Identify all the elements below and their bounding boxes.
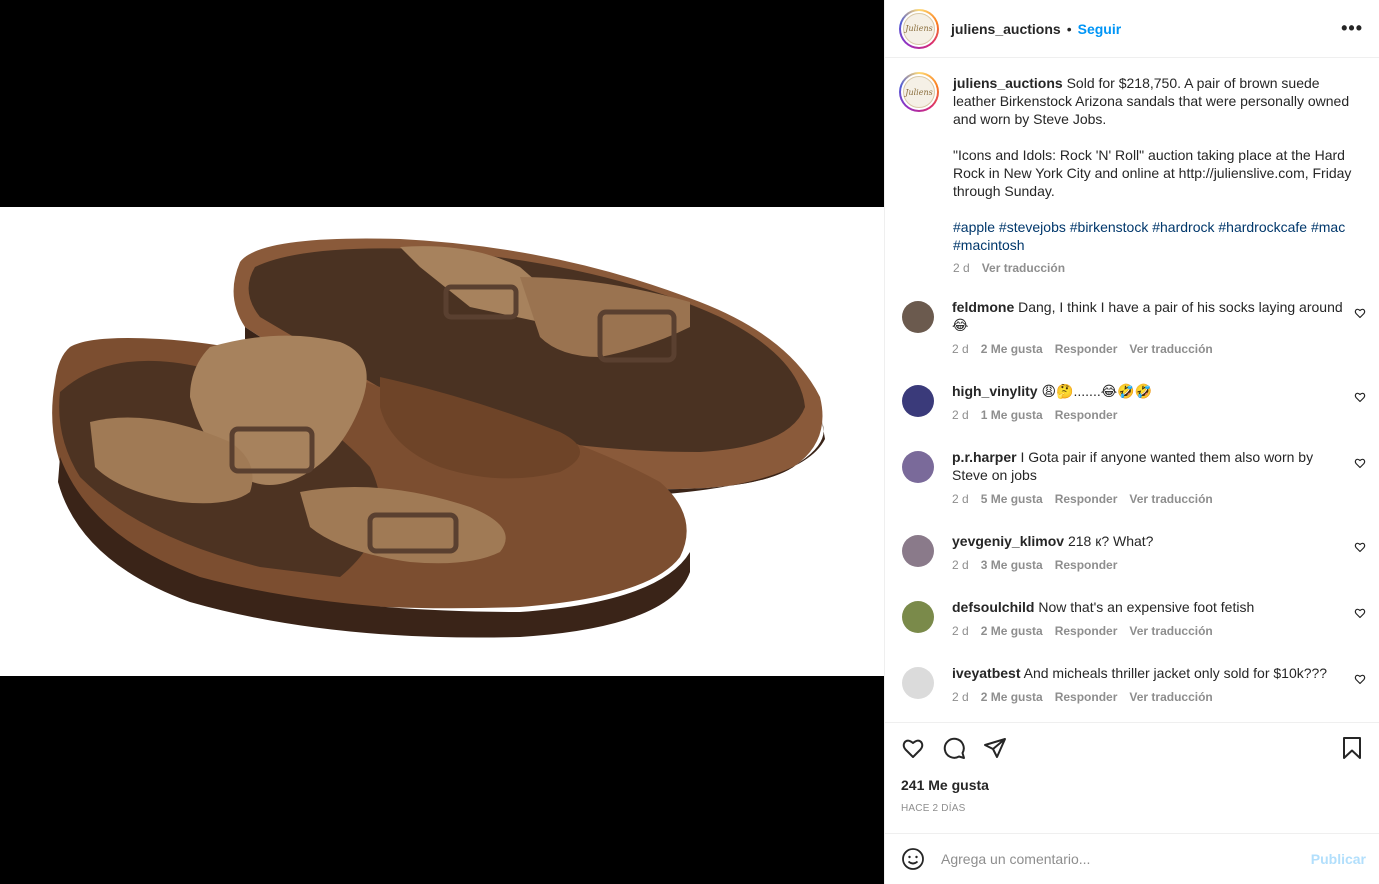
comment-meta: 2 d 2 Me gusta Responder Ver traducción — [952, 689, 1344, 705]
reply-button[interactable]: Responder — [1055, 623, 1118, 639]
comment-text: 😩🤔.......😂🤣🤣 — [1041, 383, 1152, 399]
sandals-photo — [0, 207, 884, 676]
comment-text: And micheals thriller jacket only sold f… — [1023, 665, 1328, 681]
caption-time: 2 d — [953, 261, 970, 275]
comment-item: p.r.harper I Gota pair if anyone wanted … — [885, 448, 1379, 507]
reply-button[interactable]: Responder — [1055, 407, 1118, 423]
separator-dot: • — [1066, 20, 1072, 37]
like-heart-icon[interactable] — [901, 736, 925, 760]
save-bookmark-icon[interactable] — [1341, 736, 1363, 760]
commenter-avatar[interactable] — [902, 385, 934, 417]
comments-area[interactable]: Juliens juliens_auctions Sold for $218,7… — [885, 58, 1379, 723]
caption-hashtags[interactable]: #apple #stevejobs #birkenstock #hardrock… — [953, 218, 1363, 254]
caption-paragraph: "Icons and Idols: Rock 'N' Roll" auction… — [953, 147, 1352, 199]
comment-time: 2 d — [952, 558, 969, 572]
comment-like-heart-icon[interactable] — [1354, 307, 1366, 319]
comment-body: feldmone Dang, I think I have a pair of … — [952, 298, 1344, 357]
comment-translate-link[interactable]: Ver traducción — [1129, 341, 1212, 357]
comment-input[interactable]: Agrega un comentario... — [941, 851, 1311, 867]
caption-meta: 2 d Ver traducción — [953, 260, 1363, 276]
juliens-logo: Juliens — [903, 76, 935, 108]
comment-like-heart-icon[interactable] — [1354, 673, 1366, 685]
comment-translate-link[interactable]: Ver traducción — [1129, 623, 1212, 639]
comment-text: Now that's an expensive foot fetish — [1038, 599, 1255, 615]
comment-time: 2 d — [952, 690, 969, 704]
comment-item: yevgeniy_klimov 218 к? What? 2 d 3 Me gust… — [885, 532, 1379, 573]
comment-item: high_vinylity 😩🤔.......😂🤣🤣 2 d 1 Me gusta R… — [885, 382, 1379, 423]
reply-button[interactable]: Responder — [1055, 491, 1118, 507]
publish-button[interactable]: Publicar — [1311, 851, 1366, 867]
comment-body: p.r.harper I Gota pair if anyone wanted … — [952, 448, 1344, 507]
author-avatar[interactable]: Juliens — [899, 8, 939, 49]
caption-username[interactable]: juliens_auctions — [953, 75, 1063, 91]
comment-translate-link[interactable]: Ver traducción — [1129, 689, 1212, 705]
comment-like-count[interactable]: 2 Me gusta — [981, 341, 1043, 357]
commenter-username[interactable]: high_vinylity — [952, 383, 1038, 399]
comment-text: 218 к? What? — [1067, 533, 1154, 549]
comment-time: 2 d — [952, 342, 969, 356]
comment-meta: 2 d 2 Me gusta Responder Ver traducción — [952, 623, 1344, 639]
comment-like-count[interactable]: 1 Me gusta — [981, 407, 1043, 423]
commenter-username[interactable]: iveyatbest — [952, 665, 1020, 681]
comment-like-count[interactable]: 5 Me gusta — [981, 491, 1043, 507]
post-media[interactable] — [0, 0, 884, 884]
comment-body: yevgeniy_klimov 218 к? What? 2 d 3 Me gust… — [952, 532, 1344, 573]
commenter-avatar[interactable] — [902, 451, 934, 483]
comment-like-heart-icon[interactable] — [1354, 541, 1366, 553]
commenter-avatar[interactable] — [902, 667, 934, 699]
comment-translate-link[interactable]: Ver traducción — [1129, 491, 1212, 507]
caption-translate-link[interactable]: Ver traducción — [982, 260, 1065, 276]
follow-button[interactable]: Seguir — [1078, 21, 1122, 37]
reply-button[interactable]: Responder — [1055, 341, 1118, 357]
like-count[interactable]: 241 Me gusta — [901, 777, 989, 793]
share-paper-plane-icon[interactable] — [983, 736, 1007, 760]
comment-like-heart-icon[interactable] — [1354, 607, 1366, 619]
comment-bubble-icon[interactable] — [942, 736, 966, 760]
commenter-username[interactable]: p.r.harper — [952, 449, 1017, 465]
comment-like-count[interactable]: 2 Me gusta — [981, 689, 1043, 705]
instagram-post-modal: Juliens juliens_auctions • Seguir ••• Ju… — [0, 0, 1379, 884]
commenter-avatar[interactable] — [902, 301, 934, 333]
post-date: HACE 2 DÍAS — [901, 803, 966, 814]
comment-like-heart-icon[interactable] — [1354, 457, 1366, 469]
comment-like-heart-icon[interactable] — [1354, 391, 1366, 403]
commenter-avatar[interactable] — [902, 601, 934, 633]
commenter-username[interactable]: yevgeniy_klimov — [952, 533, 1064, 549]
comment-body: defsoulchild Now that's an expensive foo… — [952, 598, 1344, 639]
more-options-icon[interactable]: ••• — [1341, 18, 1363, 39]
comment-item: defsoulchild Now that's an expensive foo… — [885, 598, 1379, 639]
comment-body: high_vinylity 😩🤔.......😂🤣🤣 2 d 1 Me gusta R… — [952, 382, 1344, 423]
emoji-icon[interactable] — [901, 847, 925, 871]
reply-button[interactable]: Responder — [1055, 689, 1118, 705]
comment-meta: 2 d 5 Me gusta Responder Ver traducción — [952, 491, 1344, 507]
post-side-panel: Juliens juliens_auctions • Seguir ••• Ju… — [884, 0, 1379, 884]
add-comment-bar: Agrega un comentario... Publicar — [885, 833, 1379, 884]
post-header: Juliens juliens_auctions • Seguir ••• — [885, 0, 1379, 58]
comment-like-count[interactable]: 3 Me gusta — [981, 557, 1043, 573]
comment-time: 2 d — [952, 624, 969, 638]
author-username[interactable]: juliens_auctions — [951, 21, 1061, 37]
commenter-username[interactable]: defsoulchild — [952, 599, 1034, 615]
comment-meta: 2 d 1 Me gusta Responder — [952, 407, 1344, 423]
comment-meta: 2 d 2 Me gusta Responder Ver traducción — [952, 341, 1344, 357]
caption-text-block: juliens_auctions Sold for $218,750. A pa… — [953, 74, 1363, 276]
comment-time: 2 d — [952, 492, 969, 506]
juliens-logo: Juliens — [903, 12, 935, 45]
comment-meta: 2 d 3 Me gusta Responder — [952, 557, 1344, 573]
commenter-username[interactable]: feldmone — [952, 299, 1014, 315]
action-bar — [901, 736, 1363, 762]
comment-time: 2 d — [952, 408, 969, 422]
sandals-image — [52, 238, 825, 638]
commenter-avatar[interactable] — [902, 535, 934, 567]
caption: Juliens juliens_auctions Sold for $218,7… — [885, 58, 1379, 276]
caption-avatar[interactable]: Juliens — [899, 72, 939, 112]
comment-item: feldmone Dang, I think I have a pair of … — [885, 298, 1379, 357]
comment-like-count[interactable]: 2 Me gusta — [981, 623, 1043, 639]
reply-button[interactable]: Responder — [1055, 557, 1118, 573]
comment-item: iveyatbest And micheals thriller jacket … — [885, 664, 1379, 705]
comment-body: iveyatbest And micheals thriller jacket … — [952, 664, 1344, 705]
